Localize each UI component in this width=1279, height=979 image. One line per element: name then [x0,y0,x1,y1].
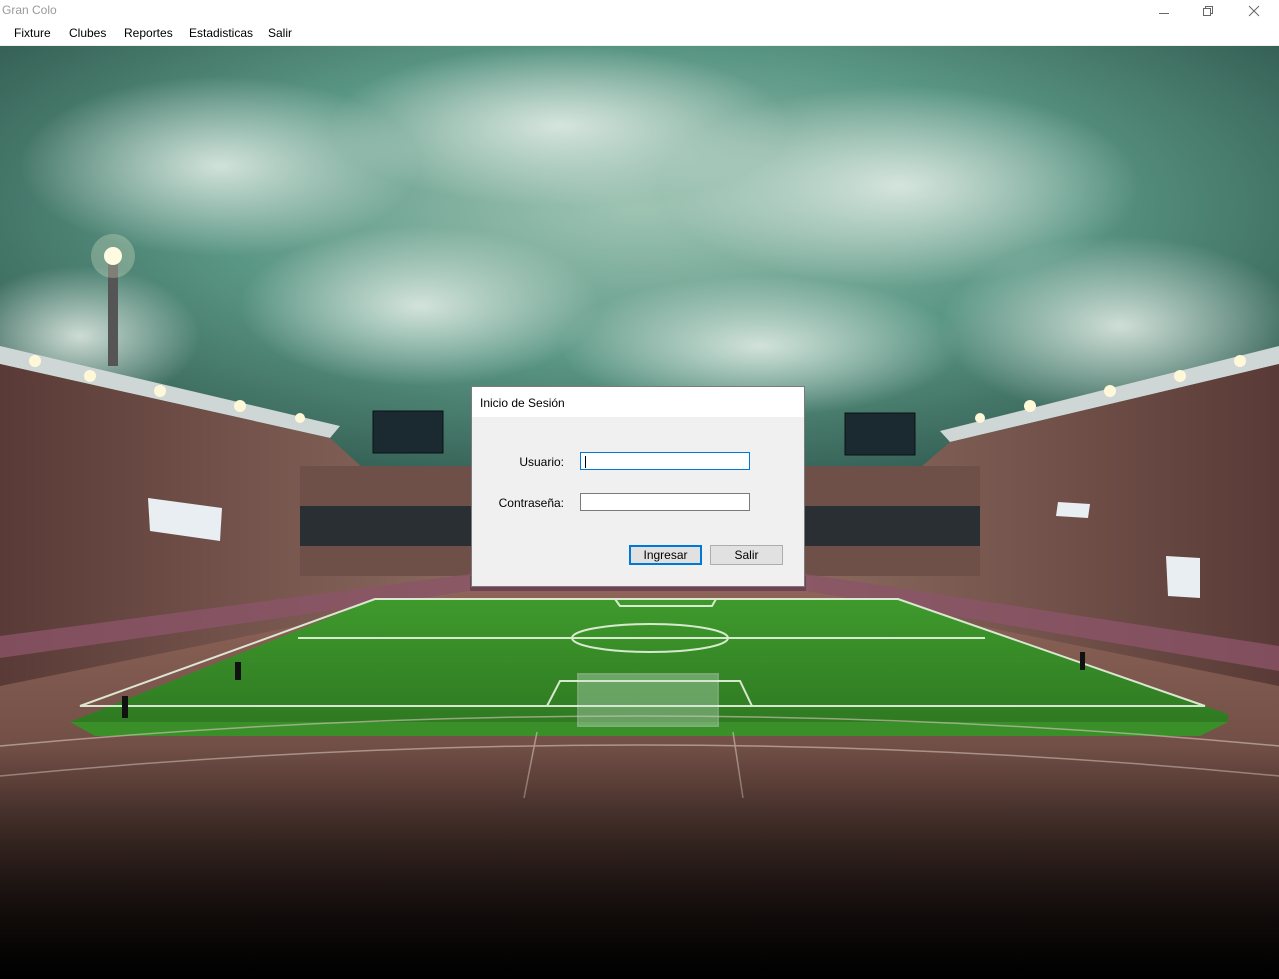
minimize-icon [1159,13,1169,14]
username-label: Usuario: [519,455,564,469]
menu-salir[interactable]: Salir [268,26,292,40]
minimize-button[interactable] [1141,0,1187,22]
password-input[interactable] [580,493,750,511]
login-dialog: Inicio de Sesión Usuario: Contraseña: In… [471,386,805,587]
menu-estadisticas[interactable]: Estadisticas [189,26,253,40]
window-title: Gran Colo [2,3,57,17]
menu-bar: Fixture Clubes Reportes Estadisticas Sal… [0,22,1279,46]
close-button[interactable] [1231,0,1277,22]
restore-icon [1203,6,1213,16]
login-button[interactable]: Ingresar [629,545,702,565]
close-icon [1248,5,1260,17]
restore-button[interactable] [1185,0,1231,22]
menu-clubes[interactable]: Clubes [69,26,106,40]
window-titlebar: Gran Colo [0,0,1279,22]
menu-reportes[interactable]: Reportes [124,26,173,40]
dialog-title: Inicio de Sesión [480,396,565,410]
text-caret [585,456,586,468]
dialog-titlebar: Inicio de Sesión [472,387,804,417]
password-label: Contraseña: [498,496,564,510]
exit-button[interactable]: Salir [710,545,783,565]
menu-fixture[interactable]: Fixture [14,26,51,40]
username-input[interactable] [580,452,750,470]
